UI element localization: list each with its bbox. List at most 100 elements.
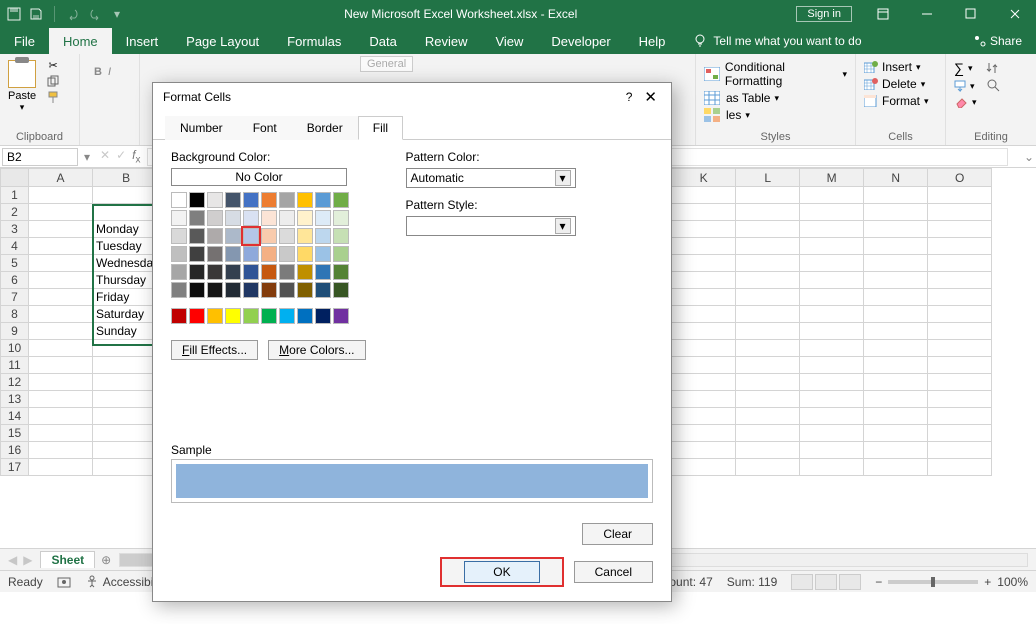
standard-color-swatch[interactable] <box>225 308 241 324</box>
cell[interactable] <box>672 374 736 391</box>
cell[interactable] <box>93 357 160 374</box>
row-header[interactable]: 2 <box>1 204 29 221</box>
cell[interactable] <box>928 187 992 204</box>
color-swatch[interactable] <box>279 210 295 226</box>
clear-button[interactable]: Clear <box>582 523 653 545</box>
tab-file[interactable]: File <box>0 28 49 54</box>
cell[interactable] <box>672 425 736 442</box>
color-swatch[interactable] <box>297 282 313 298</box>
format-as-table-button[interactable]: as Table▾ <box>704 91 847 105</box>
cell[interactable] <box>29 289 93 306</box>
color-swatch[interactable] <box>207 210 223 226</box>
cut-icon[interactable]: ✂ <box>44 58 62 72</box>
find-select-icon[interactable] <box>987 79 1001 93</box>
cell[interactable] <box>928 391 992 408</box>
cell[interactable] <box>928 442 992 459</box>
color-swatch[interactable] <box>261 192 277 208</box>
add-sheet-icon[interactable]: ⊕ <box>101 553 111 567</box>
cancel-formula-icon[interactable]: ✕ <box>100 148 110 165</box>
color-swatch[interactable] <box>279 282 295 298</box>
dialog-tab-number[interactable]: Number <box>165 116 238 140</box>
cell[interactable] <box>736 306 800 323</box>
color-swatch[interactable] <box>315 192 331 208</box>
cell[interactable] <box>29 187 93 204</box>
cell[interactable] <box>29 374 93 391</box>
color-swatch[interactable] <box>243 246 259 262</box>
column-header[interactable]: M <box>800 169 864 187</box>
standard-color-swatch[interactable] <box>207 308 223 324</box>
pattern-color-select[interactable]: Automatic ▾ <box>406 168 576 188</box>
autosave-icon[interactable] <box>6 6 22 22</box>
color-swatch[interactable] <box>189 246 205 262</box>
cell[interactable] <box>672 357 736 374</box>
copy-icon[interactable] <box>44 74 62 88</box>
color-swatch[interactable] <box>225 228 241 244</box>
cell[interactable] <box>864 442 928 459</box>
color-swatch[interactable] <box>207 264 223 280</box>
cell[interactable] <box>800 357 864 374</box>
tab-help[interactable]: Help <box>625 28 680 54</box>
cell[interactable] <box>672 187 736 204</box>
cell[interactable] <box>29 272 93 289</box>
cell[interactable] <box>29 425 93 442</box>
cell[interactable] <box>928 323 992 340</box>
color-swatch[interactable] <box>261 264 277 280</box>
dialog-tab-border[interactable]: Border <box>292 116 358 140</box>
cell[interactable] <box>29 204 93 221</box>
sheet-nav-next-icon[interactable]: ▶ <box>23 553 32 567</box>
autosum-button[interactable]: ∑▾ <box>954 60 1028 76</box>
tab-view[interactable]: View <box>481 28 537 54</box>
row-header[interactable]: 7 <box>1 289 29 306</box>
color-swatch[interactable] <box>315 228 331 244</box>
cell[interactable] <box>864 357 928 374</box>
cell[interactable] <box>672 289 736 306</box>
cell[interactable] <box>672 221 736 238</box>
color-swatch[interactable] <box>225 192 241 208</box>
cell[interactable] <box>800 323 864 340</box>
dialog-tab-fill[interactable]: Fill <box>358 116 403 140</box>
cell[interactable] <box>800 374 864 391</box>
dialog-tab-font[interactable]: Font <box>238 116 292 140</box>
color-swatch[interactable] <box>243 264 259 280</box>
zoom-in-button[interactable]: + <box>984 575 991 589</box>
column-header[interactable]: B <box>93 169 160 187</box>
clear-button[interactable]: ▾ <box>954 96 1028 108</box>
color-swatch[interactable] <box>333 210 349 226</box>
share-button[interactable]: Share <box>960 28 1036 54</box>
color-swatch[interactable] <box>297 264 313 280</box>
cell[interactable] <box>672 238 736 255</box>
cell[interactable] <box>928 357 992 374</box>
color-swatch[interactable] <box>297 210 313 226</box>
ribbon-display-options-icon[interactable] <box>862 0 904 28</box>
more-colors-button[interactable]: More Colors... <box>268 340 365 360</box>
cell[interactable] <box>29 323 93 340</box>
cell[interactable] <box>93 408 160 425</box>
cell[interactable] <box>29 340 93 357</box>
color-swatch[interactable] <box>171 228 187 244</box>
maximize-button[interactable] <box>950 0 992 28</box>
ok-button[interactable]: OK <box>464 561 539 583</box>
sheet-nav-prev-icon[interactable]: ◀ <box>8 553 17 567</box>
cell[interactable] <box>736 272 800 289</box>
cell[interactable] <box>928 289 992 306</box>
tab-insert[interactable]: Insert <box>112 28 173 54</box>
row-header[interactable]: 15 <box>1 425 29 442</box>
cell[interactable] <box>29 408 93 425</box>
cell[interactable] <box>29 357 93 374</box>
tab-data[interactable]: Data <box>355 28 410 54</box>
color-swatch[interactable] <box>225 246 241 262</box>
minimize-button[interactable] <box>906 0 948 28</box>
row-header[interactable]: 8 <box>1 306 29 323</box>
cell[interactable] <box>800 459 864 476</box>
cell[interactable] <box>29 255 93 272</box>
cell[interactable] <box>928 255 992 272</box>
cell[interactable] <box>800 221 864 238</box>
color-swatch[interactable] <box>315 264 331 280</box>
cell[interactable] <box>93 340 160 357</box>
cell[interactable] <box>864 306 928 323</box>
sheet-tab[interactable]: Sheet <box>40 551 95 568</box>
format-cells-button[interactable]: Format▾ <box>864 94 937 108</box>
cell[interactable] <box>800 289 864 306</box>
cell[interactable] <box>672 204 736 221</box>
row-header[interactable]: 16 <box>1 442 29 459</box>
